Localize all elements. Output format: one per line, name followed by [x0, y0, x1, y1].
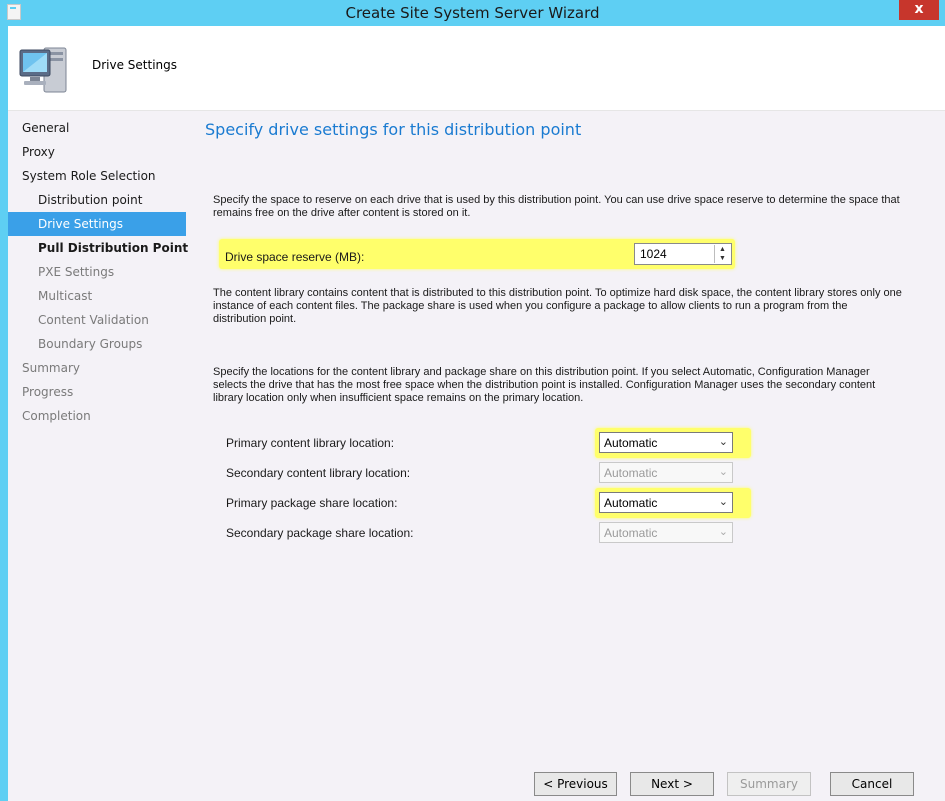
secondary-package-share-label: Secondary package share location: — [226, 526, 414, 540]
drive-space-reserve-label: Drive space reserve (MB): — [225, 250, 365, 264]
nav-item-completion[interactable]: Completion — [8, 404, 186, 428]
nav-item-drive-settings[interactable]: Drive Settings — [8, 212, 186, 236]
cancel-button[interactable]: Cancel — [830, 772, 914, 796]
title-bar: Create Site System Server Wizard x — [0, 0, 945, 25]
previous-button[interactable]: < Previous — [534, 772, 617, 796]
content-library-description: The content library contains content tha… — [213, 287, 902, 325]
locations-description: Specify the locations for the content li… — [213, 366, 876, 404]
primary-content-library-select[interactable]: Automatic ⌄ — [599, 432, 733, 453]
drive-space-reserve-value[interactable]: 1024 — [640, 247, 667, 261]
spin-down-icon[interactable]: ▼ — [715, 254, 730, 263]
nav-item-boundary-groups[interactable]: Boundary Groups — [8, 332, 186, 356]
nav-item-summary[interactable]: Summary — [8, 356, 186, 380]
nav-item-multicast[interactable]: Multicast — [8, 284, 186, 308]
window-title: Create Site System Server Wizard — [345, 4, 600, 22]
primary-package-share-label: Primary package share location: — [226, 496, 398, 510]
nav-item-system-role-selection[interactable]: System Role Selection — [8, 164, 186, 188]
secondary-package-share-select[interactable]: Automatic ⌄ — [599, 522, 733, 543]
spinner-buttons: ▲ ▼ — [714, 245, 730, 263]
wizard-body: Drive Settings General Proxy System Role… — [8, 26, 945, 801]
nav-item-distribution-point[interactable]: Distribution point — [8, 188, 186, 212]
chevron-down-icon: ⌄ — [718, 436, 728, 448]
nav-item-content-validation[interactable]: Content Validation — [8, 308, 186, 332]
page-heading: Specify drive settings for this distribu… — [205, 120, 582, 139]
spin-up-icon[interactable]: ▲ — [715, 245, 730, 254]
drive-space-reserve-spinner[interactable]: 1024 ▲ ▼ — [634, 243, 732, 265]
secondary-content-library-label: Secondary content library location: — [226, 466, 411, 480]
close-button[interactable]: x — [899, 0, 939, 20]
nav-item-pull-distribution-point[interactable]: Pull Distribution Point — [8, 236, 188, 260]
nav-item-proxy[interactable]: Proxy — [8, 140, 186, 164]
summary-button[interactable]: Summary — [727, 772, 811, 796]
chevron-down-icon: ⌄ — [718, 526, 728, 538]
drive-reserve-description: Specify the space to reserve on each dri… — [213, 194, 900, 219]
nav-item-pxe-settings[interactable]: PXE Settings — [8, 260, 186, 284]
primary-package-share-select[interactable]: Automatic ⌄ — [599, 492, 733, 513]
secondary-content-library-value: Automatic — [604, 466, 658, 480]
header-title: Drive Settings — [92, 58, 178, 72]
primary-content-library-label: Primary content library location: — [226, 436, 395, 450]
computer-server-icon — [19, 47, 67, 93]
primary-content-library-value: Automatic — [604, 436, 658, 450]
wizard-header: Drive Settings — [8, 26, 945, 111]
primary-package-share-value: Automatic — [604, 496, 658, 510]
next-button[interactable]: Next > — [630, 772, 714, 796]
secondary-content-library-select[interactable]: Automatic ⌄ — [599, 462, 733, 483]
secondary-package-share-value: Automatic — [604, 526, 658, 540]
chevron-down-icon: ⌄ — [718, 496, 728, 508]
nav-item-progress[interactable]: Progress — [8, 380, 186, 404]
chevron-down-icon: ⌄ — [718, 466, 728, 478]
wizard-nav: General Proxy System Role Selection Dist… — [8, 116, 188, 428]
nav-item-general[interactable]: General — [8, 116, 186, 140]
